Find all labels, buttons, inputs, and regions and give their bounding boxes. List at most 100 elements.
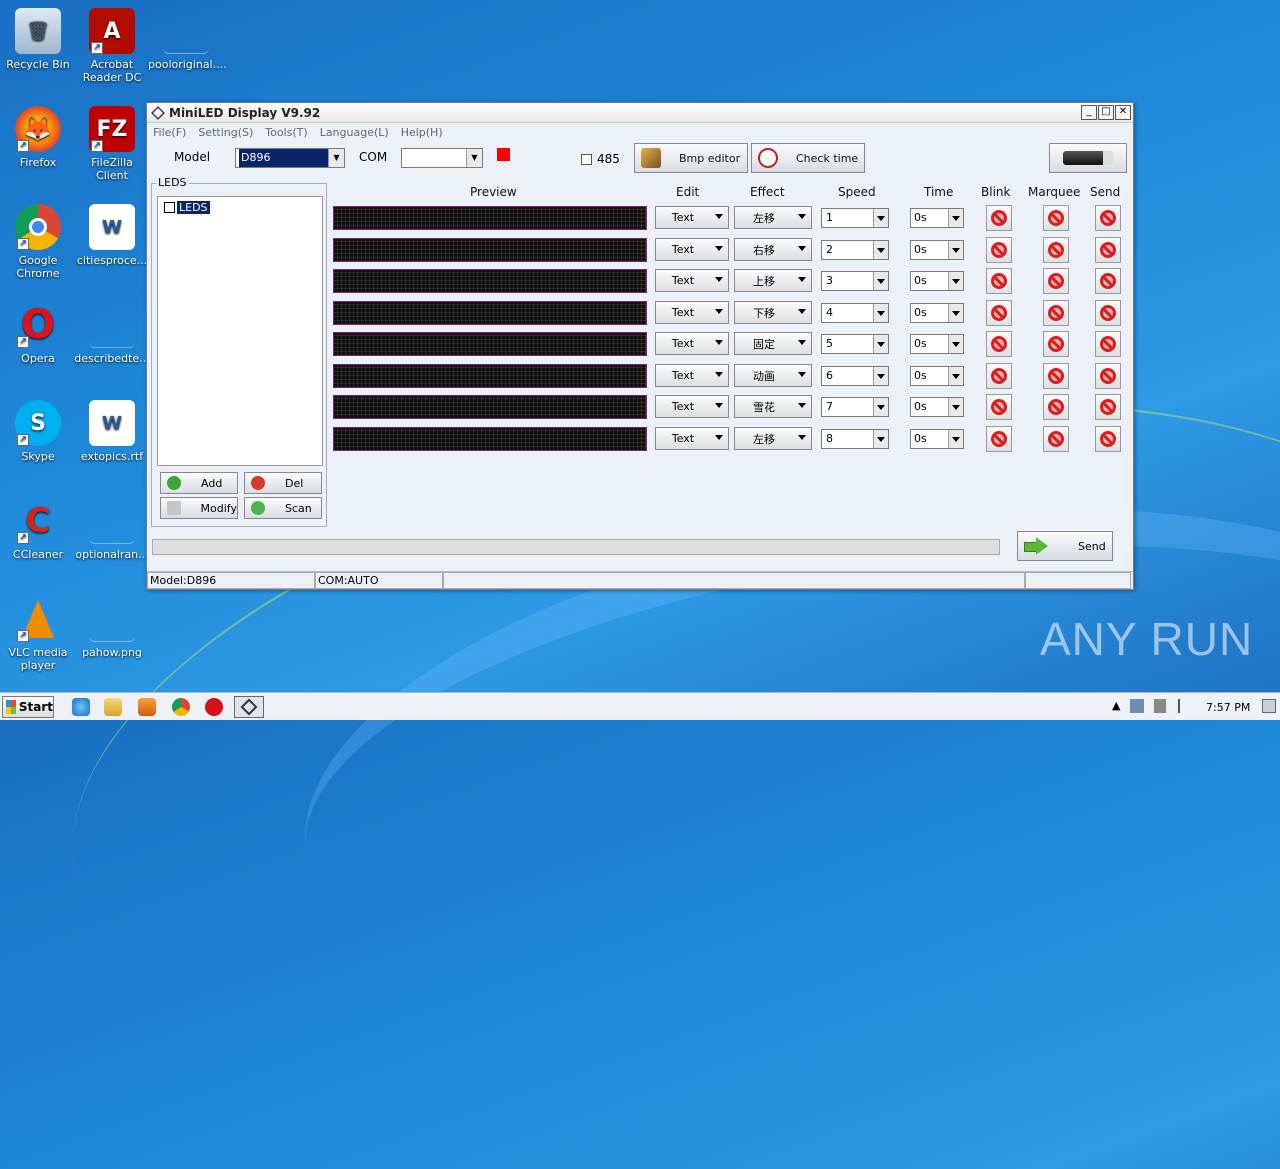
effect-dropdown[interactable]: 动画 bbox=[734, 364, 812, 387]
chevron-down-icon[interactable] bbox=[873, 430, 888, 448]
chevron-down-icon[interactable] bbox=[948, 335, 963, 353]
desktop-icon-vlc[interactable]: ↗ VLC media player bbox=[0, 596, 76, 672]
close-button[interactable]: ✕ bbox=[1115, 105, 1131, 120]
led-preview[interactable] bbox=[333, 206, 647, 230]
desktop-icon-recycle-bin[interactable]: 🗑 Recycle Bin bbox=[0, 8, 76, 71]
opera-icon[interactable] bbox=[205, 698, 223, 716]
speed-select[interactable]: 6 bbox=[821, 366, 889, 386]
chevron-down-icon[interactable] bbox=[873, 398, 888, 416]
internet-explorer-icon[interactable] bbox=[72, 698, 90, 716]
led-preview[interactable] bbox=[333, 332, 647, 356]
title-bar[interactable]: MiniLED Display V9.92 _ □ ✕ bbox=[147, 103, 1133, 123]
speed-select[interactable]: 2 bbox=[821, 240, 889, 260]
edit-dropdown[interactable]: Text bbox=[655, 427, 729, 450]
checkbox-icon[interactable] bbox=[581, 153, 592, 165]
effect-dropdown[interactable]: 右移 bbox=[734, 238, 812, 261]
chevron-down-icon[interactable] bbox=[873, 209, 888, 227]
chevron-down-icon[interactable] bbox=[948, 241, 963, 259]
edit-dropdown[interactable]: Text bbox=[655, 395, 729, 418]
desktop-icon-chrome[interactable]: ↗ Google Chrome bbox=[0, 204, 76, 280]
desktop-icon-opera[interactable]: O ↗ Opera bbox=[0, 302, 76, 365]
blink-button[interactable] bbox=[986, 205, 1012, 231]
folder-icon[interactable] bbox=[104, 698, 122, 716]
speed-select[interactable]: 8 bbox=[821, 429, 889, 449]
led-preview[interactable] bbox=[333, 427, 647, 451]
chevron-down-icon[interactable] bbox=[873, 272, 888, 290]
desktop-icon-extopics[interactable]: W extopics.rtf bbox=[74, 400, 150, 463]
effect-dropdown[interactable]: 固定 bbox=[734, 332, 812, 355]
menu-setting[interactable]: Setting(S) bbox=[198, 126, 253, 139]
desktop-icon-pooloriginal[interactable]: pooloriginal.... bbox=[148, 8, 227, 71]
blink-button[interactable] bbox=[986, 237, 1012, 263]
chevron-down-icon[interactable] bbox=[948, 367, 963, 385]
time-select[interactable]: 0s bbox=[910, 334, 964, 354]
time-select[interactable]: 0s bbox=[910, 271, 964, 291]
speaker-icon[interactable] bbox=[1154, 699, 1166, 713]
menu-file[interactable]: File(F) bbox=[153, 126, 186, 139]
marquee-button[interactable] bbox=[1043, 268, 1069, 294]
row-send-button[interactable] bbox=[1095, 300, 1121, 326]
marquee-button[interactable] bbox=[1043, 363, 1069, 389]
marquee-button[interactable] bbox=[1043, 300, 1069, 326]
speed-select[interactable]: 7 bbox=[821, 397, 889, 417]
menu-help[interactable]: Help(H) bbox=[401, 126, 443, 139]
chevron-down-icon[interactable] bbox=[873, 241, 888, 259]
row-send-button[interactable] bbox=[1095, 394, 1121, 420]
edit-dropdown[interactable]: Text bbox=[655, 269, 729, 292]
start-button[interactable]: Start bbox=[2, 696, 54, 718]
clock[interactable]: 7:57 PM bbox=[1206, 701, 1250, 714]
chrome-icon[interactable] bbox=[172, 698, 190, 716]
bmp-editor-button[interactable]: Bmp editor bbox=[634, 143, 748, 173]
speed-select[interactable]: 4 bbox=[821, 303, 889, 323]
maximize-button[interactable]: □ bbox=[1098, 105, 1114, 120]
time-select[interactable]: 0s bbox=[910, 303, 964, 323]
time-select[interactable]: 0s bbox=[910, 208, 964, 228]
edit-dropdown[interactable]: Text bbox=[655, 206, 729, 229]
com-select[interactable]: ▼ bbox=[401, 148, 483, 168]
edit-dropdown[interactable]: Text bbox=[655, 364, 729, 387]
show-desktop-button[interactable] bbox=[1262, 699, 1276, 713]
modify-button[interactable]: Modify bbox=[160, 497, 238, 519]
effect-dropdown[interactable]: 雪花 bbox=[734, 395, 812, 418]
marquee-button[interactable] bbox=[1043, 426, 1069, 452]
desktop-icon-skype[interactable]: S ↗ Skype bbox=[0, 400, 76, 463]
chevron-down-icon[interactable] bbox=[948, 272, 963, 290]
blink-button[interactable] bbox=[986, 268, 1012, 294]
effect-dropdown[interactable]: 左移 bbox=[734, 206, 812, 229]
time-select[interactable]: 0s bbox=[910, 240, 964, 260]
chevron-down-icon[interactable] bbox=[948, 304, 963, 322]
blink-button[interactable] bbox=[986, 331, 1012, 357]
time-select[interactable]: 0s bbox=[910, 366, 964, 386]
speed-select[interactable]: 1 bbox=[821, 208, 889, 228]
time-select[interactable]: 0s bbox=[910, 429, 964, 449]
blink-button[interactable] bbox=[986, 300, 1012, 326]
row-send-button[interactable] bbox=[1095, 426, 1121, 452]
tree-item-leds[interactable]: LEDS bbox=[164, 201, 210, 214]
row-send-button[interactable] bbox=[1095, 363, 1121, 389]
marquee-button[interactable] bbox=[1043, 205, 1069, 231]
menu-language[interactable]: Language(L) bbox=[320, 126, 389, 139]
speed-select[interactable]: 3 bbox=[821, 271, 889, 291]
effect-dropdown[interactable]: 上移 bbox=[734, 269, 812, 292]
chevron-down-icon[interactable] bbox=[948, 209, 963, 227]
edit-dropdown[interactable]: Text bbox=[655, 301, 729, 324]
led-preview[interactable] bbox=[333, 269, 647, 293]
row-send-button[interactable] bbox=[1095, 205, 1121, 231]
desktop-icon-acrobat[interactable]: A ↗ Acrobat Reader DC bbox=[74, 8, 150, 84]
chevron-down-icon[interactable] bbox=[873, 304, 888, 322]
marquee-button[interactable] bbox=[1043, 331, 1069, 357]
desktop-icon-pahow[interactable]: pahow.png bbox=[74, 596, 150, 659]
usb-button[interactable] bbox=[1049, 143, 1127, 173]
menu-tools[interactable]: Tools(T) bbox=[265, 126, 307, 139]
check-time-button[interactable]: Check time bbox=[751, 143, 865, 173]
blink-button[interactable] bbox=[986, 426, 1012, 452]
chevron-down-icon[interactable] bbox=[948, 398, 963, 416]
marquee-button[interactable] bbox=[1043, 394, 1069, 420]
taskbar-miniled-button[interactable] bbox=[234, 696, 264, 718]
network-icon[interactable] bbox=[1130, 699, 1144, 713]
led-preview[interactable] bbox=[333, 395, 647, 419]
media-player-icon[interactable] bbox=[138, 698, 156, 716]
row-send-button[interactable] bbox=[1095, 237, 1121, 263]
model-select[interactable]: D896 ▼ bbox=[235, 148, 345, 168]
desktop-icon-citiesproce[interactable]: W citiesproce... bbox=[74, 204, 150, 267]
